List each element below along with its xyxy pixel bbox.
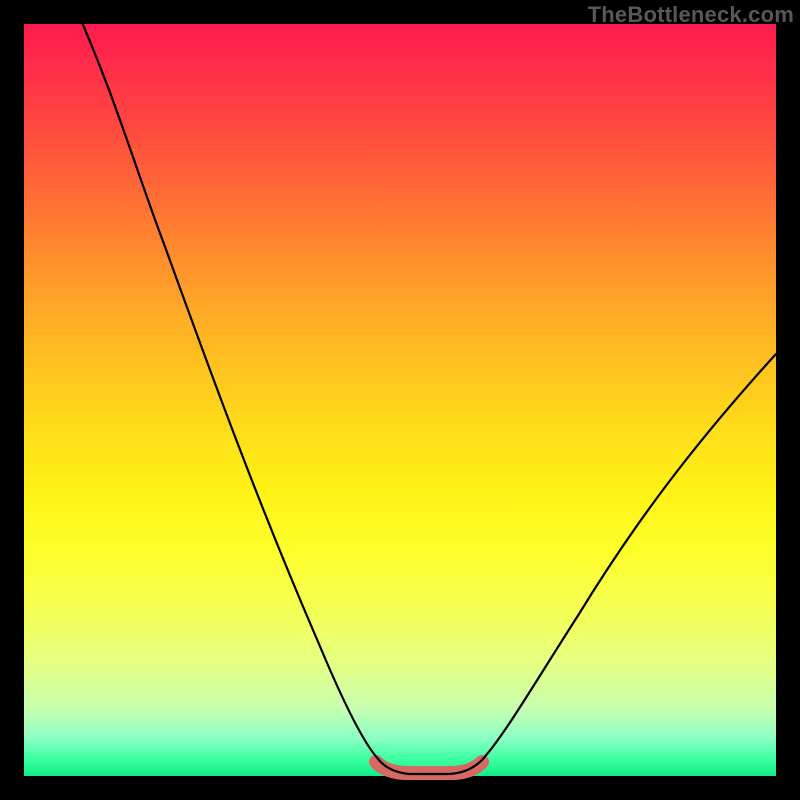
plot-area xyxy=(24,24,776,776)
bottleneck-curve xyxy=(74,4,776,774)
chart-frame: TheBottleneck.com xyxy=(0,0,800,800)
curve-layer xyxy=(24,24,776,776)
